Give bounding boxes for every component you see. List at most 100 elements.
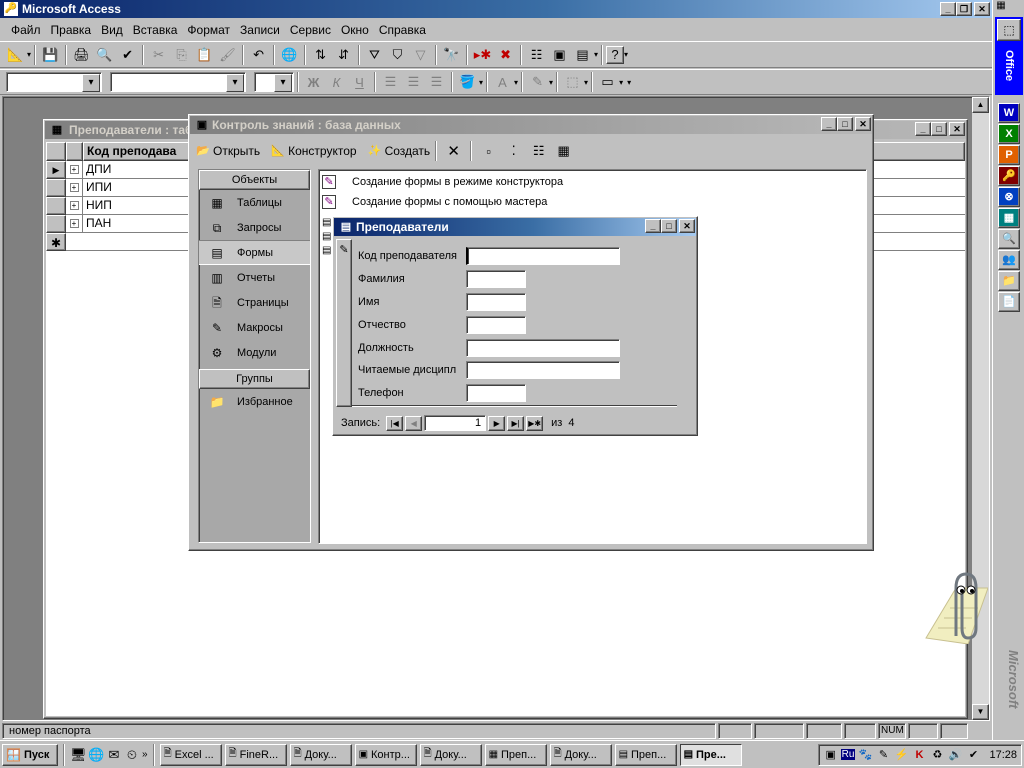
underline-icon[interactable]: Ч	[348, 71, 371, 93]
expand-icon[interactable]: +	[69, 183, 79, 192]
font-size-combo[interactable]	[254, 72, 294, 92]
undo-icon[interactable]: ↶	[247, 44, 270, 66]
task-button[interactable]: 🗎 Доку...	[289, 743, 352, 766]
office-assistant-clippy[interactable]	[916, 568, 989, 645]
small-icons-view-icon[interactable]: ⁚	[502, 140, 525, 162]
copy-icon[interactable]: ⎘	[170, 44, 193, 66]
menu-item-8[interactable]: Справка	[374, 23, 431, 37]
row-selector[interactable]	[46, 215, 66, 233]
delete-icon[interactable]: ✕	[442, 140, 465, 162]
object-combo[interactable]	[6, 72, 102, 92]
objects-item-forms[interactable]: ▤ Формы	[199, 240, 310, 265]
task-button[interactable]: ▣ Контр...	[354, 743, 417, 766]
new-record-nav-icon[interactable]: ▶✱	[526, 415, 544, 431]
objects-item-pages[interactable]: 🗎 Страницы	[199, 290, 310, 315]
filter-by-form-icon[interactable]: ⛉	[386, 44, 409, 66]
first-record-icon[interactable]: |◀	[386, 415, 404, 431]
tray-icon-6[interactable]: ✔	[965, 747, 981, 763]
app-title-bar[interactable]: 🔑 Microsoft Access _ ❐ ✕	[0, 0, 992, 18]
close-icon[interactable]: ✕	[679, 219, 695, 233]
objects-item-modules[interactable]: ⚙ Модули	[199, 340, 310, 365]
find-icon[interactable]: 🔭	[440, 44, 463, 66]
row-selector[interactable]	[46, 197, 66, 215]
menu-item-3[interactable]: Вставка	[128, 23, 183, 37]
task-button[interactable]: ▤ Пре...	[679, 743, 742, 766]
align-right-icon[interactable]: ☰	[425, 71, 448, 93]
task-button[interactable]: 🗎 Excel ...	[159, 743, 222, 766]
database-window-title-bar[interactable]: ▣ Контроль знаний : база данных _ □ ✕	[190, 116, 872, 134]
tray-icon-3[interactable]: ⚡	[893, 747, 909, 763]
menu-item-7[interactable]: Окно	[336, 23, 374, 37]
apply-filter-icon[interactable]: ▽	[409, 44, 432, 66]
view-design-icon[interactable]: 📐	[4, 44, 27, 66]
clock[interactable]: 17:28	[989, 749, 1017, 761]
search-icon[interactable]: 🔍	[998, 229, 1020, 249]
line-color-icon[interactable]: ✎	[526, 71, 549, 93]
language-indicator[interactable]: Ru	[840, 749, 856, 760]
groups-header[interactable]: Группы	[199, 369, 310, 389]
print-preview-icon[interactable]: 🔍	[93, 44, 116, 66]
powerpoint-icon[interactable]: P	[998, 145, 1020, 165]
italic-icon[interactable]: К	[325, 71, 348, 93]
field-input[interactable]	[466, 270, 526, 289]
tray-icon-4[interactable]: ♻	[929, 747, 945, 763]
last-record-icon[interactable]: ▶|	[507, 415, 525, 431]
db-list-item[interactable]: ✎ Создание формы с помощью мастера	[322, 192, 863, 212]
objects-header[interactable]: Объекты	[199, 170, 310, 190]
expand-icon[interactable]: +	[69, 201, 79, 210]
next-record-icon[interactable]: ▶	[488, 415, 506, 431]
save-icon[interactable]: 💾	[39, 44, 62, 66]
calculator-icon[interactable]: ▦	[998, 208, 1020, 228]
show-desktop-icon[interactable]: 🖥	[70, 747, 87, 763]
office-label-panel[interactable]: ⬚ Office	[995, 17, 1023, 95]
details-view-icon[interactable]: ▦	[552, 140, 575, 162]
field-input[interactable]	[466, 361, 620, 380]
objects-item-tables[interactable]: ▦ Таблицы	[199, 190, 310, 215]
office-logo-icon[interactable]: ⬚	[997, 19, 1021, 41]
objects-item-queries[interactable]: ⧉ Запросы	[199, 215, 310, 240]
word-icon[interactable]: W	[998, 103, 1020, 123]
quick-launch-more-icon[interactable]: »	[142, 749, 148, 760]
access-icon[interactable]: 🔑	[998, 166, 1020, 186]
minimize-icon[interactable]: _	[645, 219, 661, 233]
outlook-quick-icon[interactable]: ✉	[106, 747, 122, 763]
field-input[interactable]	[466, 315, 526, 334]
border-icon[interactable]: ⬚	[561, 71, 584, 93]
design-button[interactable]: 📐 Конструктор	[270, 143, 356, 159]
menu-item-0[interactable]: Файл	[6, 23, 46, 37]
minimize-icon[interactable]: _	[940, 2, 956, 16]
align-left-icon[interactable]: ☰	[379, 71, 402, 93]
row-selector[interactable]: ▶	[46, 161, 66, 179]
new-object-icon[interactable]: ▤	[571, 44, 594, 66]
tray-icon-5[interactable]: 🔊	[947, 747, 963, 763]
spelling-icon[interactable]: ✔	[116, 44, 139, 66]
minimize-icon[interactable]: _	[821, 117, 837, 131]
menu-item-5[interactable]: Записи	[235, 23, 285, 37]
database-window-icon[interactable]: ▣	[548, 44, 571, 66]
quick-launch-icon[interactable]: ⏲	[124, 747, 140, 763]
row-selector[interactable]	[46, 179, 66, 197]
contacts-icon[interactable]: 👥	[998, 250, 1020, 270]
filter-by-selection-icon[interactable]: ⛛	[363, 44, 386, 66]
menu-item-6[interactable]: Сервис	[285, 23, 336, 37]
outlook-icon[interactable]: ⊗	[998, 187, 1020, 207]
close-icon[interactable]: ✕	[855, 117, 871, 131]
select-all-box[interactable]	[46, 142, 66, 161]
align-center-icon[interactable]: ☰	[402, 71, 425, 93]
close-icon[interactable]: ✕	[974, 2, 990, 16]
delete-record-icon[interactable]: ✖	[494, 44, 517, 66]
maximize-icon[interactable]: □	[931, 122, 947, 136]
field-input[interactable]	[466, 292, 526, 311]
scroll-down-icon[interactable]: ▼	[972, 704, 989, 720]
tray-app-icon[interactable]: ▣	[823, 747, 839, 763]
field-input[interactable]	[466, 247, 620, 266]
task-button[interactable]: ▤ Преп...	[614, 743, 677, 766]
hyperlink-icon[interactable]: 🌐	[278, 44, 301, 66]
objects-item-reports[interactable]: ▥ Отчеты	[199, 265, 310, 290]
format-painter-icon[interactable]: 🖌	[216, 44, 239, 66]
menu-item-1[interactable]: Правка	[46, 23, 97, 37]
paste-icon[interactable]: 📋	[193, 44, 216, 66]
cut-icon[interactable]: ✂	[147, 44, 170, 66]
antivirus-icon[interactable]: 🐾	[857, 747, 873, 763]
task-button[interactable]: 🗎 FineR...	[224, 743, 287, 766]
